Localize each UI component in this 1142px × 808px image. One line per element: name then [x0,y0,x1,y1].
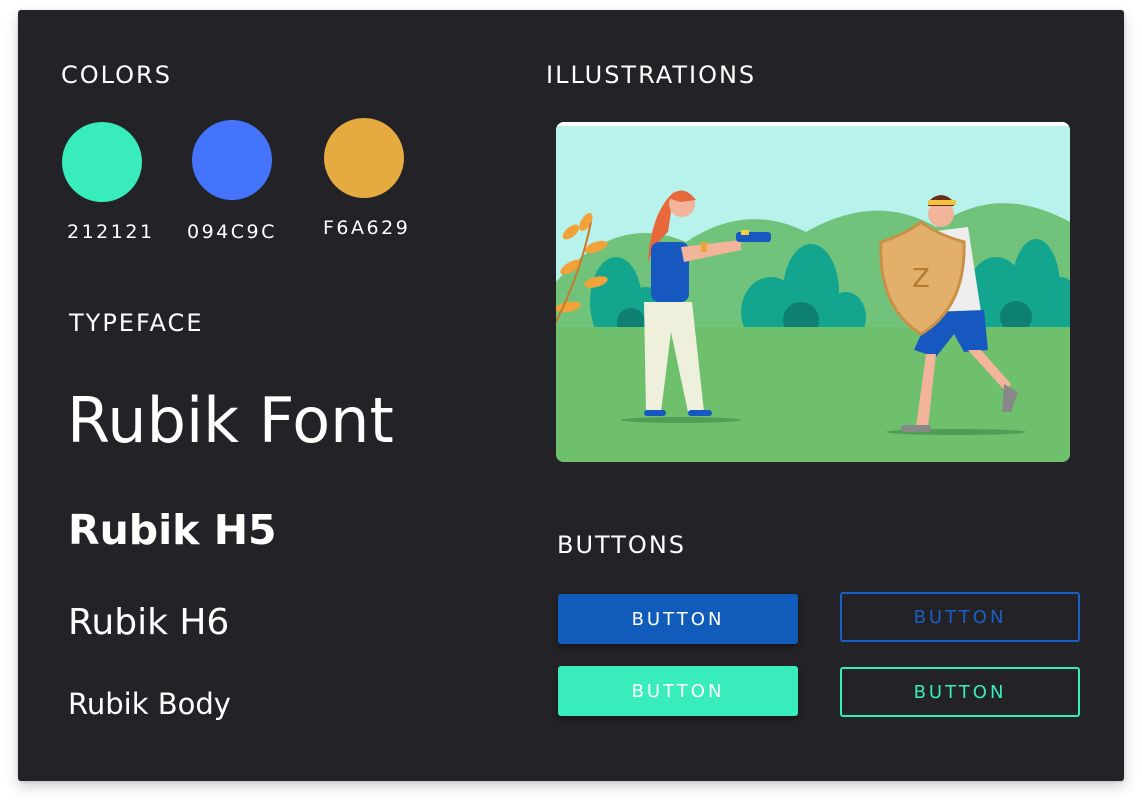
color-swatch-orange[interactable] [324,118,404,198]
illustration-scene: Z [556,122,1070,462]
color-code-orange: F6A629 [323,217,411,239]
secondary-button[interactable]: BUTTON [558,666,798,716]
type-sample-body: Rubik Body [68,687,231,721]
illustrations-heading: ILLUSTRATIONS [546,61,757,89]
color-swatch-green[interactable] [62,122,142,202]
typeface-heading: TYPEFACE [69,309,204,337]
style-guide-card: COLORS 212121 094C9C F6A629 TYPEFACE Rub… [18,10,1124,781]
secondary-outline-button[interactable]: BUTTON [840,667,1080,717]
type-sample-h5: Rubik H5 [68,506,277,554]
svg-text:Z: Z [912,264,930,294]
color-swatch-blue[interactable] [192,120,272,200]
primary-button[interactable]: BUTTON [558,594,798,644]
color-code-green: 212121 [67,221,155,243]
colors-heading: COLORS [61,61,172,89]
buttons-heading: BUTTONS [557,531,687,559]
illustration-image: Z [556,122,1070,462]
type-sample-display: Rubik Font [67,384,394,457]
primary-outline-button[interactable]: BUTTON [840,592,1080,642]
type-sample-h6: Rubik H6 [68,602,230,643]
color-code-blue: 094C9C [187,221,277,243]
